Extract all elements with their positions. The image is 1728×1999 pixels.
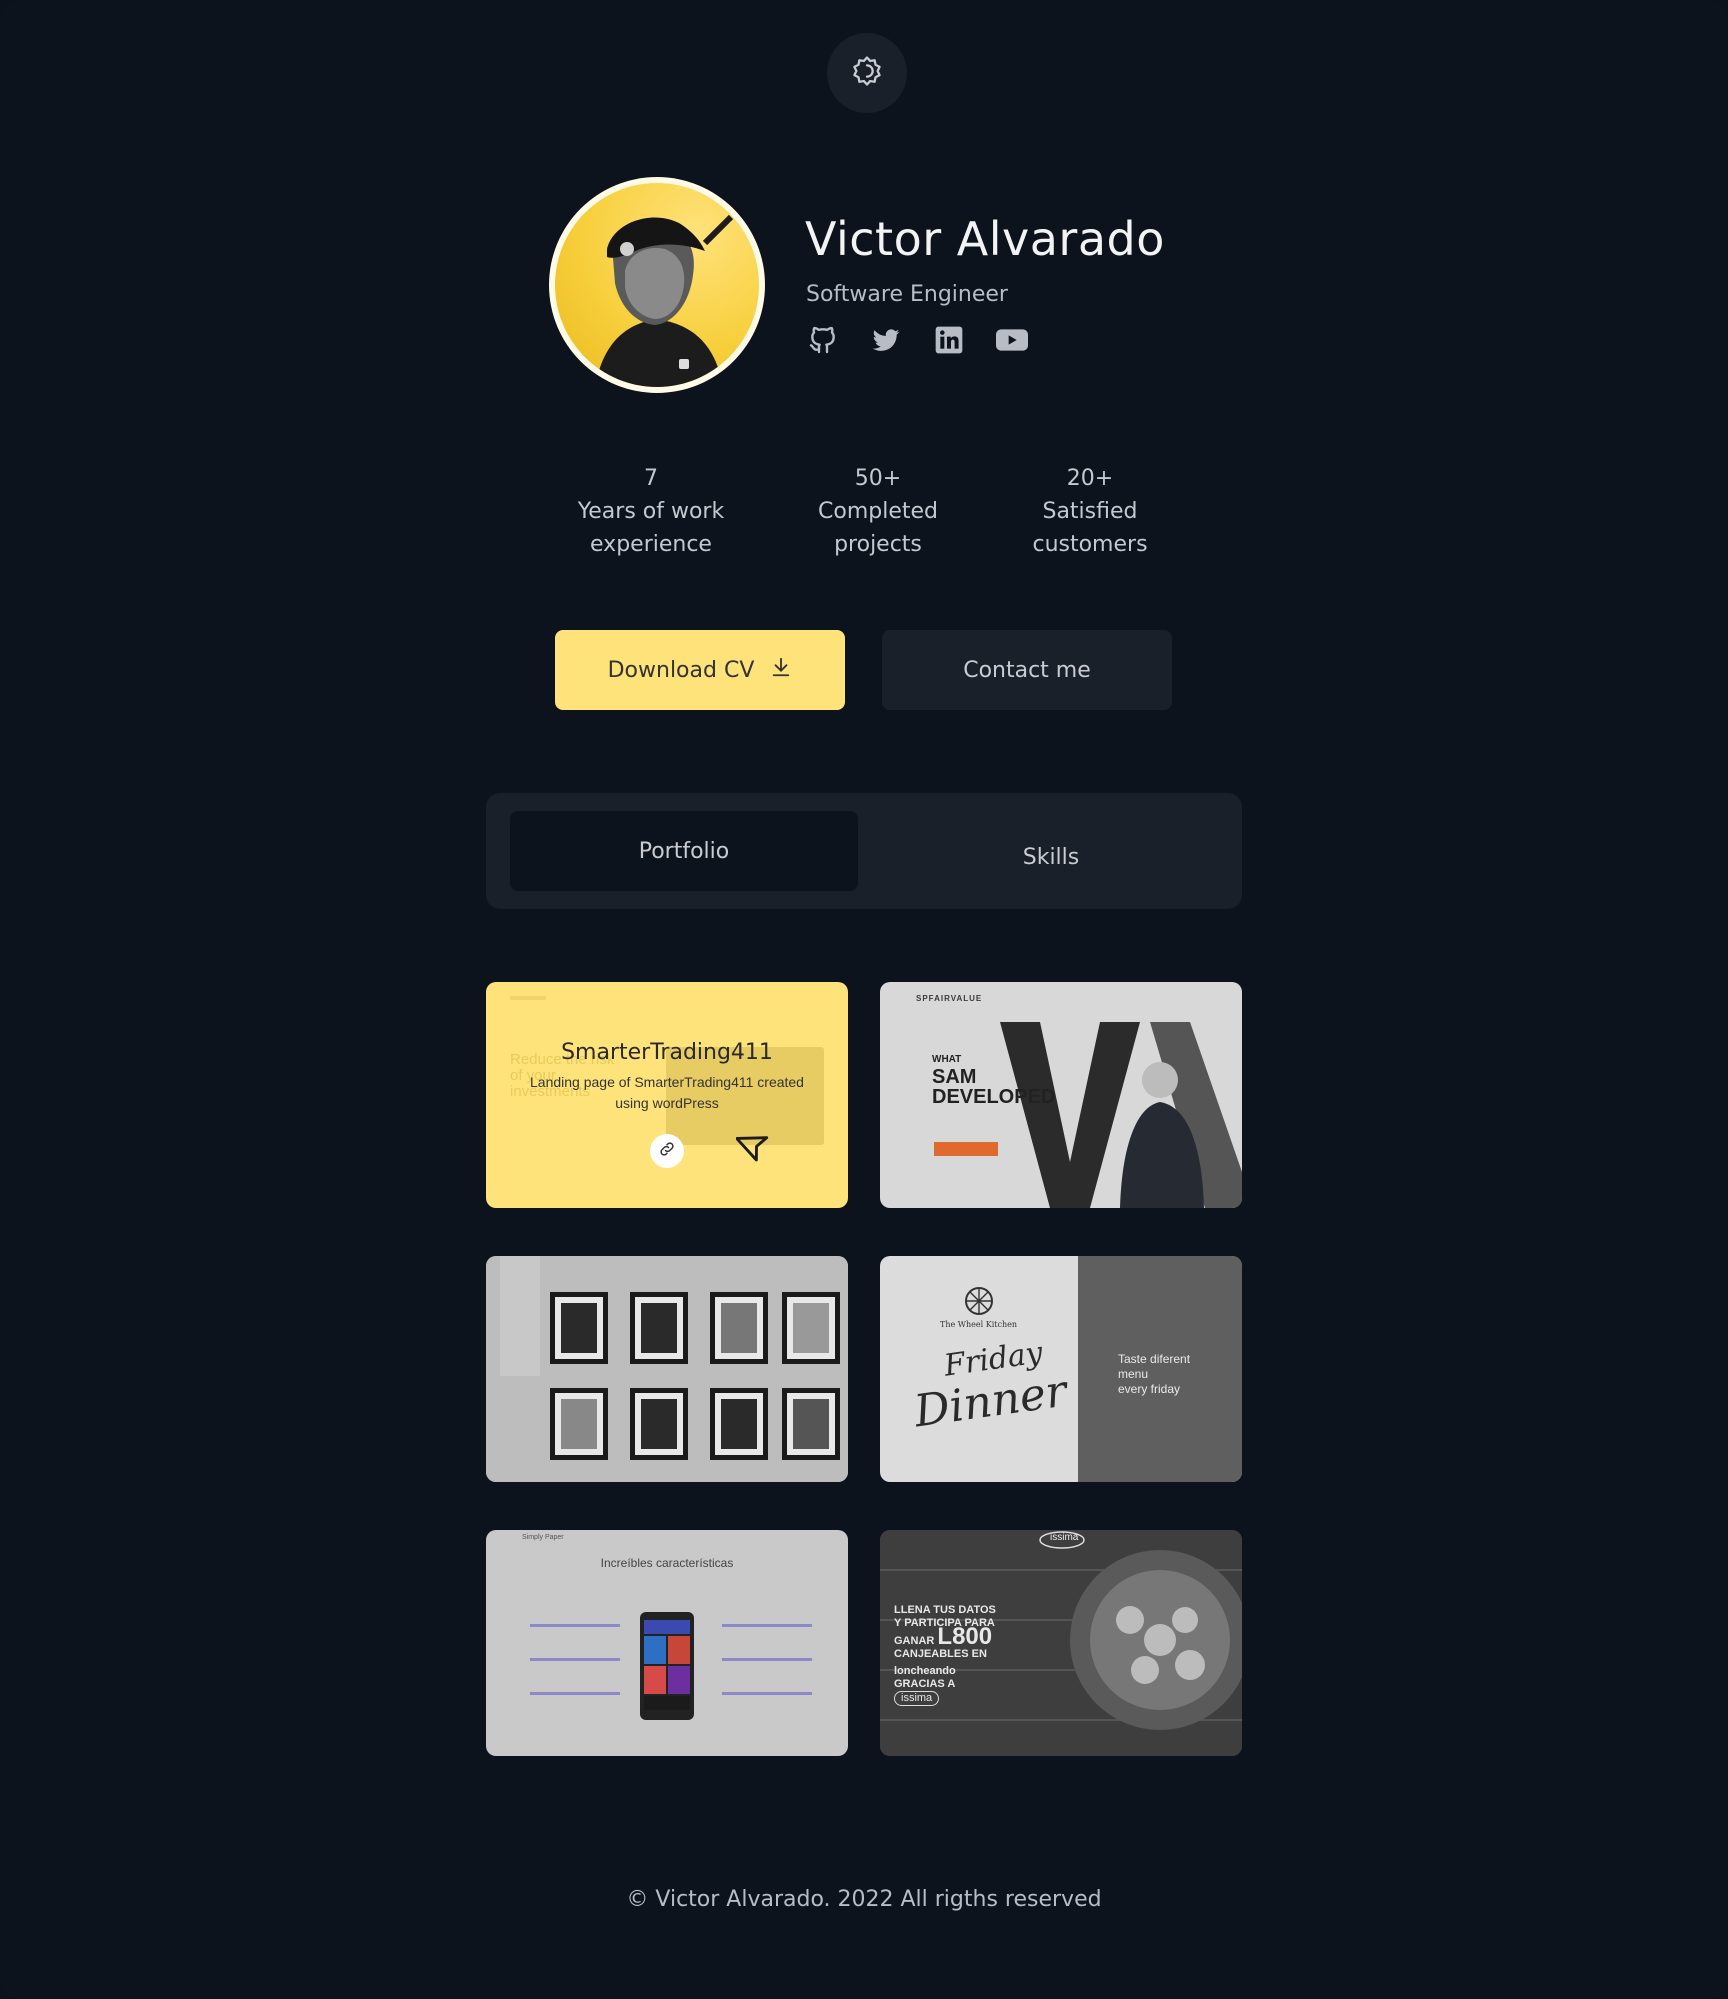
card-script-2: Dinner — [911, 1365, 1070, 1438]
card-promo-line: GANAR L800 — [894, 1625, 996, 1649]
card-promo-line: CANJEABLES EN — [894, 1648, 987, 1660]
stat-label: Years of work — [577, 499, 725, 524]
feature-line — [722, 1658, 812, 1661]
portfolio-card-smartertrading[interactable]: Reduce the risk of your investments Smar… — [486, 982, 848, 1208]
twitter-link[interactable] — [868, 324, 903, 359]
stat-value: 20+ — [1066, 466, 1114, 491]
download-icon — [770, 656, 792, 684]
stat-label: customers — [1032, 532, 1148, 557]
card-tagline-line: menu — [1118, 1367, 1149, 1381]
feature-line — [530, 1692, 620, 1695]
card-promo-line: GRACIAS A — [894, 1678, 956, 1690]
portfolio-card-issima[interactable]: issima LLENA TUS DATOS Y PARTICIPA PARA … — [880, 1530, 1242, 1756]
stat-experience: 7 Years of work experience — [551, 462, 751, 561]
feature-line — [722, 1692, 812, 1695]
feature-line — [722, 1624, 812, 1627]
card-bg-logo — [510, 996, 546, 1000]
card-frames-graphic — [486, 1256, 848, 1482]
feature-line — [530, 1624, 620, 1627]
card-title: SmarterTrading411 — [561, 1040, 773, 1065]
profile-name: Victor Alvarado — [805, 212, 1165, 266]
youtube-link[interactable] — [994, 324, 1029, 359]
link-icon — [658, 1140, 676, 1162]
theme-toggle-button[interactable] — [827, 33, 907, 113]
github-icon — [807, 324, 839, 360]
card-heading: Increíbles características — [600, 1556, 734, 1570]
stat-value: 50+ — [854, 466, 902, 491]
card-brand: SPFAIRVALUE — [916, 994, 983, 1003]
card-promo-line: loncheando — [894, 1665, 956, 1677]
download-cv-button[interactable]: Download CV — [555, 630, 845, 710]
sun-icon — [850, 54, 884, 92]
contact-label: Contact me — [963, 657, 1091, 683]
section-tabs: Portfolio Skills — [486, 793, 1242, 909]
portfolio-card-friday-dinner[interactable]: The Wheel Kitchen Friday Dinner Taste di… — [880, 1256, 1242, 1482]
social-links — [805, 324, 1029, 359]
portfolio-card-spfairvalue[interactable]: SPFAIRVALUE WHAT SAM DEVELOPED — [880, 982, 1242, 1208]
wheel-logo-icon — [965, 1287, 993, 1315]
page: Victor Alvarado Software Engineer 7 Year… — [0, 0, 1728, 1999]
portfolio-card-simply-paper[interactable]: Simply Paper Increíbles características — [486, 1530, 848, 1756]
stat-customers: 20+ Satisfied customers — [990, 462, 1190, 561]
avatar-photo — [555, 183, 759, 387]
stat-label: Completed — [818, 499, 938, 524]
card-tagline: Taste diferent menu every friday — [1118, 1352, 1190, 1397]
portfolio-card-frames[interactable] — [486, 1256, 848, 1482]
cursor-arrow-icon — [735, 1128, 774, 1170]
github-link[interactable] — [805, 324, 840, 359]
card-link-button[interactable] — [650, 1134, 684, 1168]
card-tagline-line: every friday — [1118, 1382, 1181, 1396]
card-cta-bar — [934, 1142, 998, 1156]
card-description: Landing page of SmarterTrading411 create… — [530, 1074, 804, 1111]
twitter-icon — [870, 324, 902, 360]
card-brand: issima — [1050, 1532, 1079, 1543]
feature-line — [530, 1658, 620, 1661]
card-promo-line: LLENA TUS DATOS — [894, 1604, 996, 1616]
stat-projects: 50+ Completed projects — [778, 462, 978, 561]
youtube-icon — [994, 324, 1030, 360]
card-promo-logo: issima — [894, 1691, 940, 1706]
phone-graphic — [640, 1612, 694, 1720]
stat-label: projects — [834, 532, 922, 557]
footer-copyright: © Victor Alvarado. 2022 All rigths reser… — [626, 1887, 1102, 1912]
card-va-graphic — [1000, 1022, 1242, 1208]
avatar — [549, 177, 765, 393]
card-brand: The Wheel Kitchen — [940, 1320, 1017, 1329]
card-headline-1: WHAT — [932, 1054, 962, 1065]
card-tagline-line: Taste diferent — [1118, 1352, 1191, 1366]
card-headline-3: DEVELOPED — [932, 1086, 1056, 1108]
card-promo: LLENA TUS DATOS Y PARTICIPA PARA GANAR L… — [894, 1604, 996, 1706]
tab-portfolio[interactable]: Portfolio — [510, 811, 858, 891]
profile-role: Software Engineer — [806, 282, 1008, 307]
linkedin-icon — [933, 324, 965, 360]
contact-button[interactable]: Contact me — [882, 630, 1172, 710]
stat-label: Satisfied — [1042, 499, 1138, 524]
card-brand: Simply Paper — [522, 1534, 564, 1541]
card-promo-word: GANAR — [894, 1635, 935, 1647]
download-cv-label: Download CV — [607, 657, 755, 683]
stat-value: 7 — [644, 466, 658, 491]
card-promo-amount: L800 — [937, 1623, 993, 1650]
stat-label: experience — [590, 532, 712, 557]
linkedin-link[interactable] — [931, 324, 966, 359]
tab-skills[interactable]: Skills — [886, 817, 1216, 897]
